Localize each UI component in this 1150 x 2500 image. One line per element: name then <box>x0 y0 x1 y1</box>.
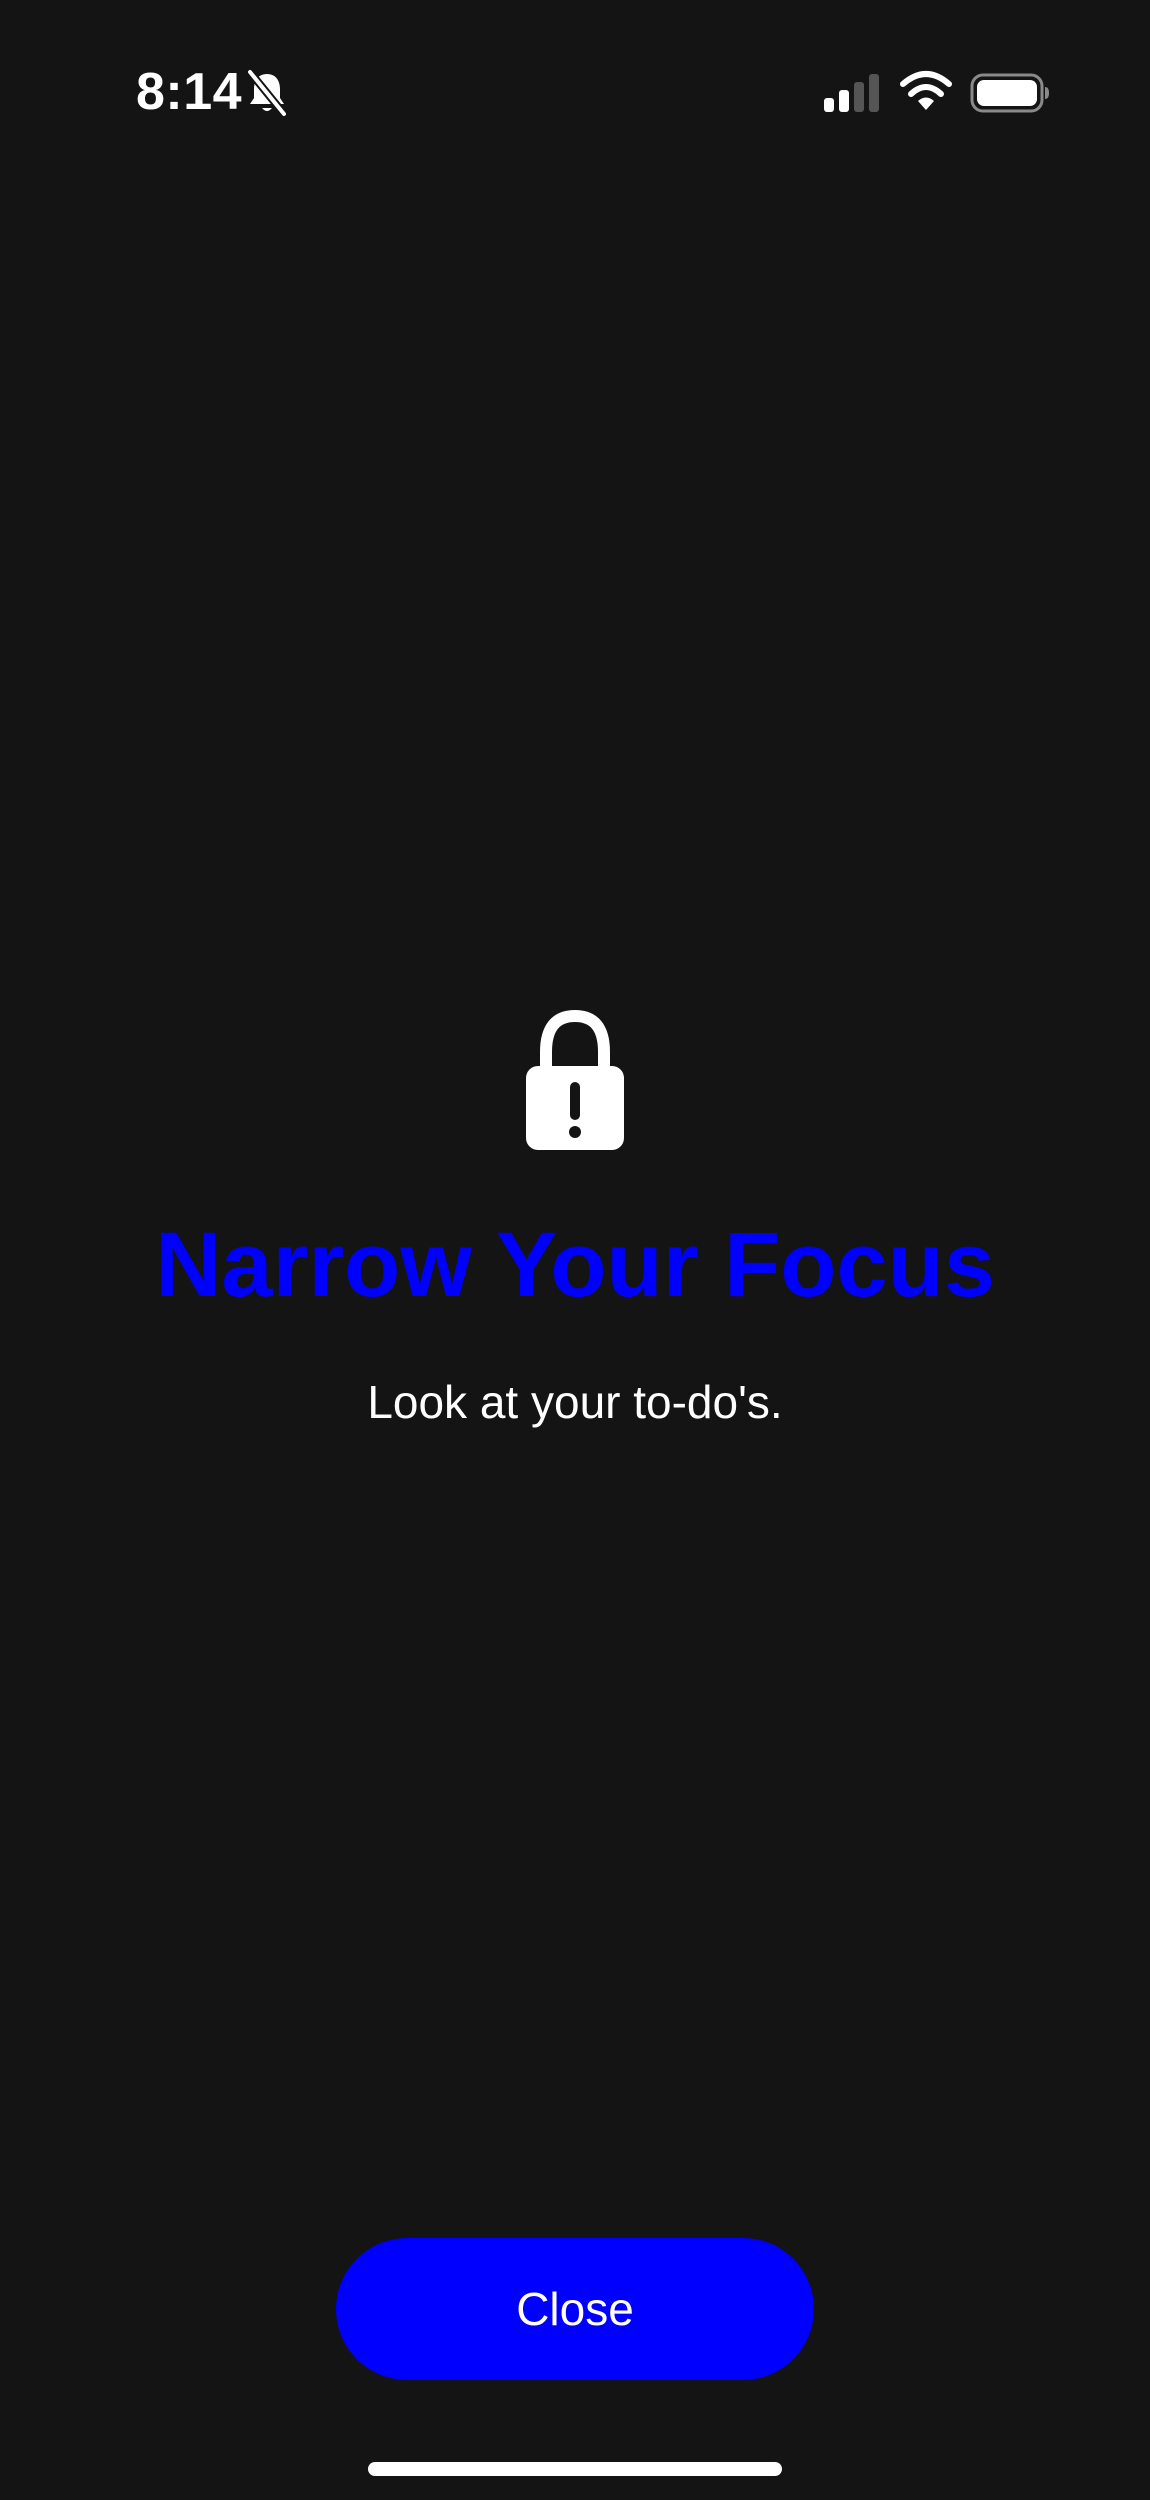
close-button[interactable]: Close <box>336 2238 814 2380</box>
cellular-signal-icon <box>824 74 879 112</box>
status-time: 8:14 <box>136 63 243 121</box>
wifi-icon <box>900 71 952 110</box>
page-title: Narrow Your Focus <box>154 1214 996 1316</box>
bell-slash-icon <box>246 68 288 118</box>
home-indicator[interactable] <box>368 2462 782 2476</box>
lock-exclamation-icon <box>526 1009 624 1150</box>
battery-icon <box>970 73 1049 113</box>
page-subtitle: Look at your to-do's. <box>367 1376 783 1428</box>
status-bar: 8:14 <box>0 0 1150 180</box>
